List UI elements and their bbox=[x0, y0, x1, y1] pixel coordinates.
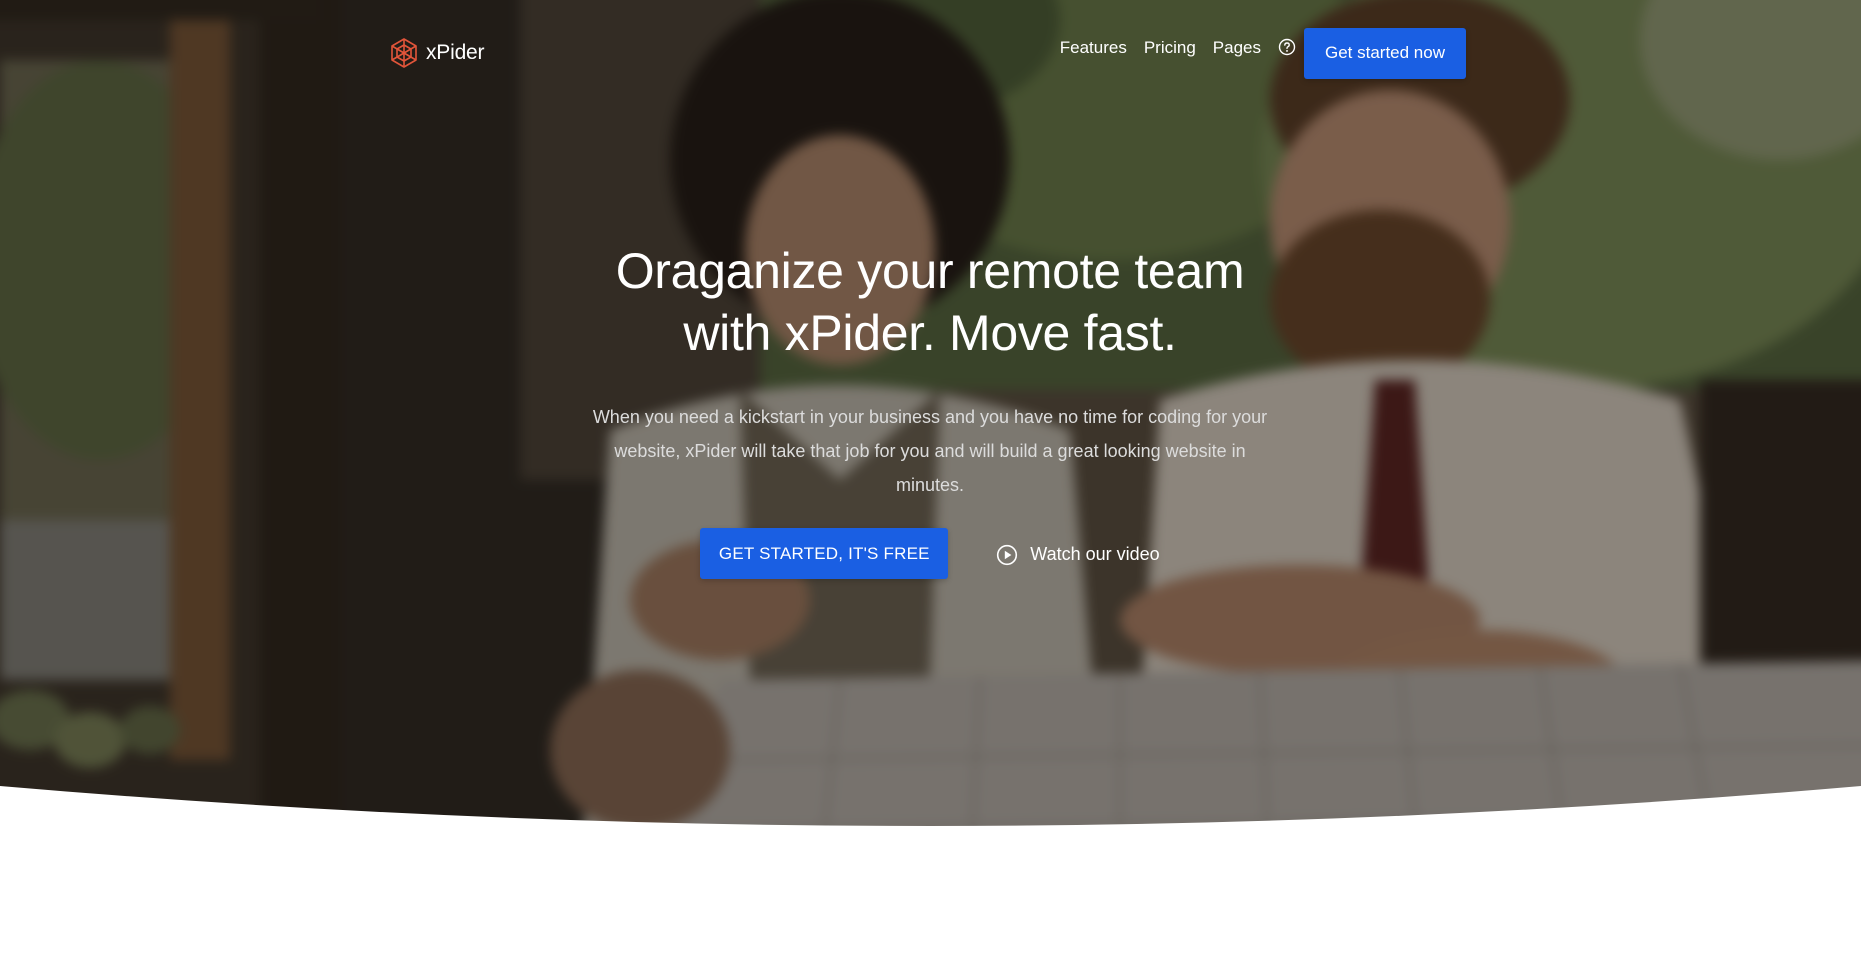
nav-link-pricing[interactable]: Pricing bbox=[1144, 38, 1196, 58]
watch-video-link[interactable]: Watch our video bbox=[996, 544, 1160, 566]
question-circle-icon[interactable] bbox=[1278, 38, 1296, 56]
get-started-now-button[interactable]: Get started now bbox=[1304, 27, 1466, 79]
hero-title: Oraganize your remote team with xPider. … bbox=[560, 240, 1300, 364]
hero-title-line-1: Oraganize your remote team bbox=[615, 243, 1245, 299]
hero-subtitle: When you need a kickstart in your busine… bbox=[592, 407, 1268, 495]
hero-bottom-curve bbox=[0, 786, 1861, 840]
brand-name: xPider bbox=[426, 41, 485, 64]
spider-web-icon bbox=[388, 37, 420, 69]
nav-link-features[interactable]: Features bbox=[1060, 38, 1127, 58]
get-started-free-button[interactable]: GET STARTED, IT'S FREE bbox=[700, 528, 949, 579]
play-circle-icon bbox=[996, 544, 1018, 566]
nav-link-pages[interactable]: Pages bbox=[1213, 38, 1261, 58]
nav-links: Features Pricing Pages Get started now bbox=[1060, 27, 1466, 79]
hero-title-line-2: with xPider. Move fast. bbox=[683, 305, 1177, 361]
brand-logo-link[interactable]: xPider bbox=[388, 35, 485, 71]
top-navbar: xPider Features Pricing Pages Get starte… bbox=[388, 27, 1466, 79]
hero-content: Oraganize your remote team with xPider. … bbox=[560, 240, 1300, 579]
landing-page: xPider Features Pricing Pages Get starte… bbox=[0, 0, 1861, 964]
watch-video-label: Watch our video bbox=[1030, 544, 1160, 564]
hero-actions: GET STARTED, IT'S FREE Watch our video bbox=[560, 528, 1300, 579]
